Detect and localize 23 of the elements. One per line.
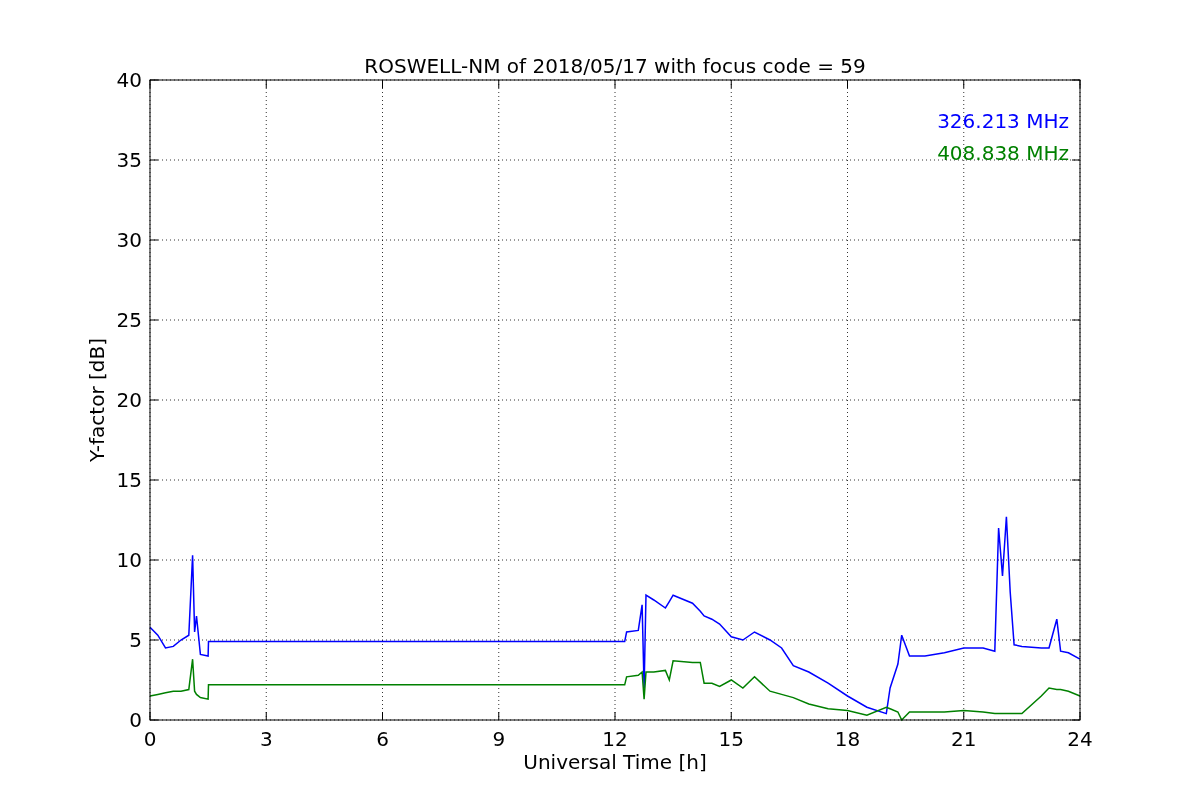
y-tick-label: 5 xyxy=(129,628,142,652)
y-tick-label: 25 xyxy=(116,308,142,332)
legend-label: 326.213 MHz xyxy=(937,109,1069,133)
y-tick-label: 0 xyxy=(129,708,142,732)
x-tick-label: 3 xyxy=(259,727,273,751)
x-tick-label: 21 xyxy=(951,727,977,751)
x-tick-label: 6 xyxy=(376,727,389,751)
x-tick-label: 15 xyxy=(718,727,744,751)
chart-title: ROSWELL-NM of 2018/05/17 with focus code = 59 xyxy=(364,54,866,78)
x-tick-label: 0 xyxy=(143,727,157,751)
x-tick-label: 9 xyxy=(492,727,506,751)
y-tick-label: 20 xyxy=(116,388,142,412)
x-tick-label: 18 xyxy=(834,727,861,751)
y-tick-label: 30 xyxy=(116,228,142,252)
x-tick-label: 12 xyxy=(602,727,628,751)
x-tick-label: 24 xyxy=(1067,727,1093,751)
y-tick-label: 35 xyxy=(116,148,142,172)
y-tick-label: 40 xyxy=(116,68,142,92)
legend-label: 408.838 MHz xyxy=(937,141,1069,165)
y-tick-label: 10 xyxy=(116,548,142,572)
y-tick-label: 15 xyxy=(116,468,142,492)
x-axis-label: Universal Time [h] xyxy=(523,750,707,774)
y-axis-label: Y-factor [dB] xyxy=(85,338,109,462)
